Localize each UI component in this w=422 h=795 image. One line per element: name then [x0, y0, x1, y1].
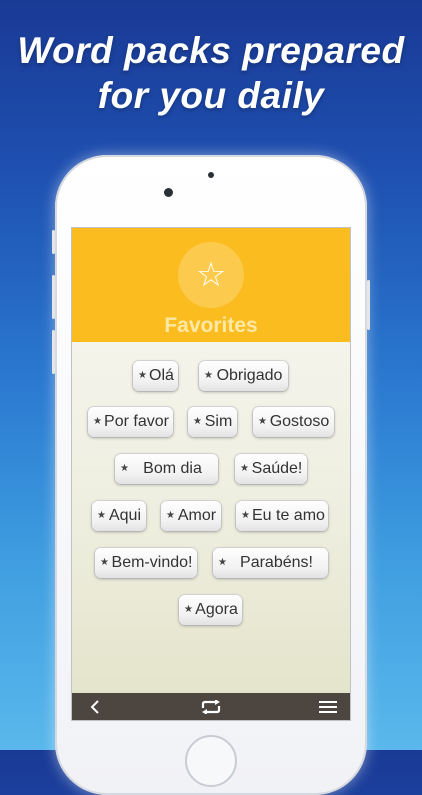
word-chip-label: Olá	[149, 367, 174, 384]
word-chip-bem-vindo[interactable]: ★ Bem-vindo!	[95, 548, 197, 578]
app-screen: ☆ Favorites ★ Olá ★ Obrigado ★ Por favor…	[72, 228, 350, 720]
word-chip-gostoso[interactable]: ★ Gostoso	[253, 407, 334, 437]
star-icon: ★	[184, 604, 193, 615]
volume-down-button	[52, 330, 55, 374]
menu-button[interactable]	[316, 693, 340, 720]
star-icon: ★	[138, 370, 147, 381]
word-chip-label: Bem-vindo!	[111, 554, 193, 571]
star-icon: ★	[204, 370, 213, 381]
word-chip-agora[interactable]: ★ Agora	[179, 595, 242, 625]
volume-up-button	[52, 275, 55, 319]
word-chip-eu-te-amo[interactable]: ★ Eu te amo	[236, 501, 328, 531]
star-icon: ★	[97, 510, 106, 521]
word-chip-label: Por favor	[104, 413, 169, 430]
star-icon: ★	[218, 557, 227, 568]
word-chip-label: Amor	[177, 507, 217, 524]
back-button[interactable]	[84, 693, 106, 720]
power-button	[367, 280, 370, 330]
word-chip-label: Saúde!	[251, 460, 303, 477]
star-icon: ★	[120, 463, 129, 474]
favorites-header: ☆ Favorites	[72, 228, 350, 342]
word-chip-label: Gostoso	[269, 413, 330, 430]
star-icon: ★	[193, 416, 202, 427]
word-chip-label: Obrigado	[216, 367, 283, 384]
word-chip-saude[interactable]: ★ Saúde!	[235, 454, 307, 484]
front-camera	[164, 188, 173, 197]
word-chip-parabens[interactable]: ★ Parabéns!	[213, 548, 328, 578]
proximity-sensor	[208, 172, 214, 178]
star-icon: ★	[258, 416, 267, 427]
hamburger-menu-icon	[319, 700, 337, 713]
bottom-toolbar	[72, 693, 350, 720]
star-icon: ★	[100, 557, 109, 568]
word-chip-sim[interactable]: ★ Sim	[188, 407, 237, 437]
word-chip-obrigado[interactable]: ★ Obrigado	[199, 361, 288, 391]
home-button	[185, 735, 237, 787]
star-icon: ★	[93, 416, 102, 427]
word-chip-ola[interactable]: ★ Olá	[133, 361, 178, 391]
word-chip-label: Parabéns!	[240, 554, 313, 571]
sync-arrows-icon	[201, 698, 221, 715]
sync-button[interactable]	[197, 693, 225, 720]
word-chip-amor[interactable]: ★ Amor	[161, 501, 221, 531]
page-title: Favorites	[164, 314, 258, 337]
promo-headline: Word packs prepared for you daily	[0, 28, 422, 118]
star-icon: ★	[240, 463, 249, 474]
word-chip-aqui[interactable]: ★ Aqui	[92, 501, 146, 531]
mute-switch	[52, 230, 55, 254]
word-chip-label: Eu te amo	[252, 507, 325, 524]
star-icon: ★	[166, 510, 175, 521]
word-chip-label: Aqui	[108, 507, 142, 524]
star-icon: ☆	[178, 242, 244, 308]
star-icon: ★	[241, 510, 250, 521]
headline-line-2: for you daily	[97, 75, 325, 116]
word-chip-bom-dia[interactable]: ★ Bom dia	[115, 454, 218, 484]
word-chip-por-favor[interactable]: ★ Por favor	[88, 407, 173, 437]
chevron-left-icon	[90, 700, 99, 714]
headline-line-1: Word packs prepared	[17, 30, 405, 71]
word-chip-label: Sim	[204, 413, 233, 430]
word-chip-label: Agora	[195, 601, 238, 618]
word-chip-label: Bom dia	[143, 460, 202, 477]
